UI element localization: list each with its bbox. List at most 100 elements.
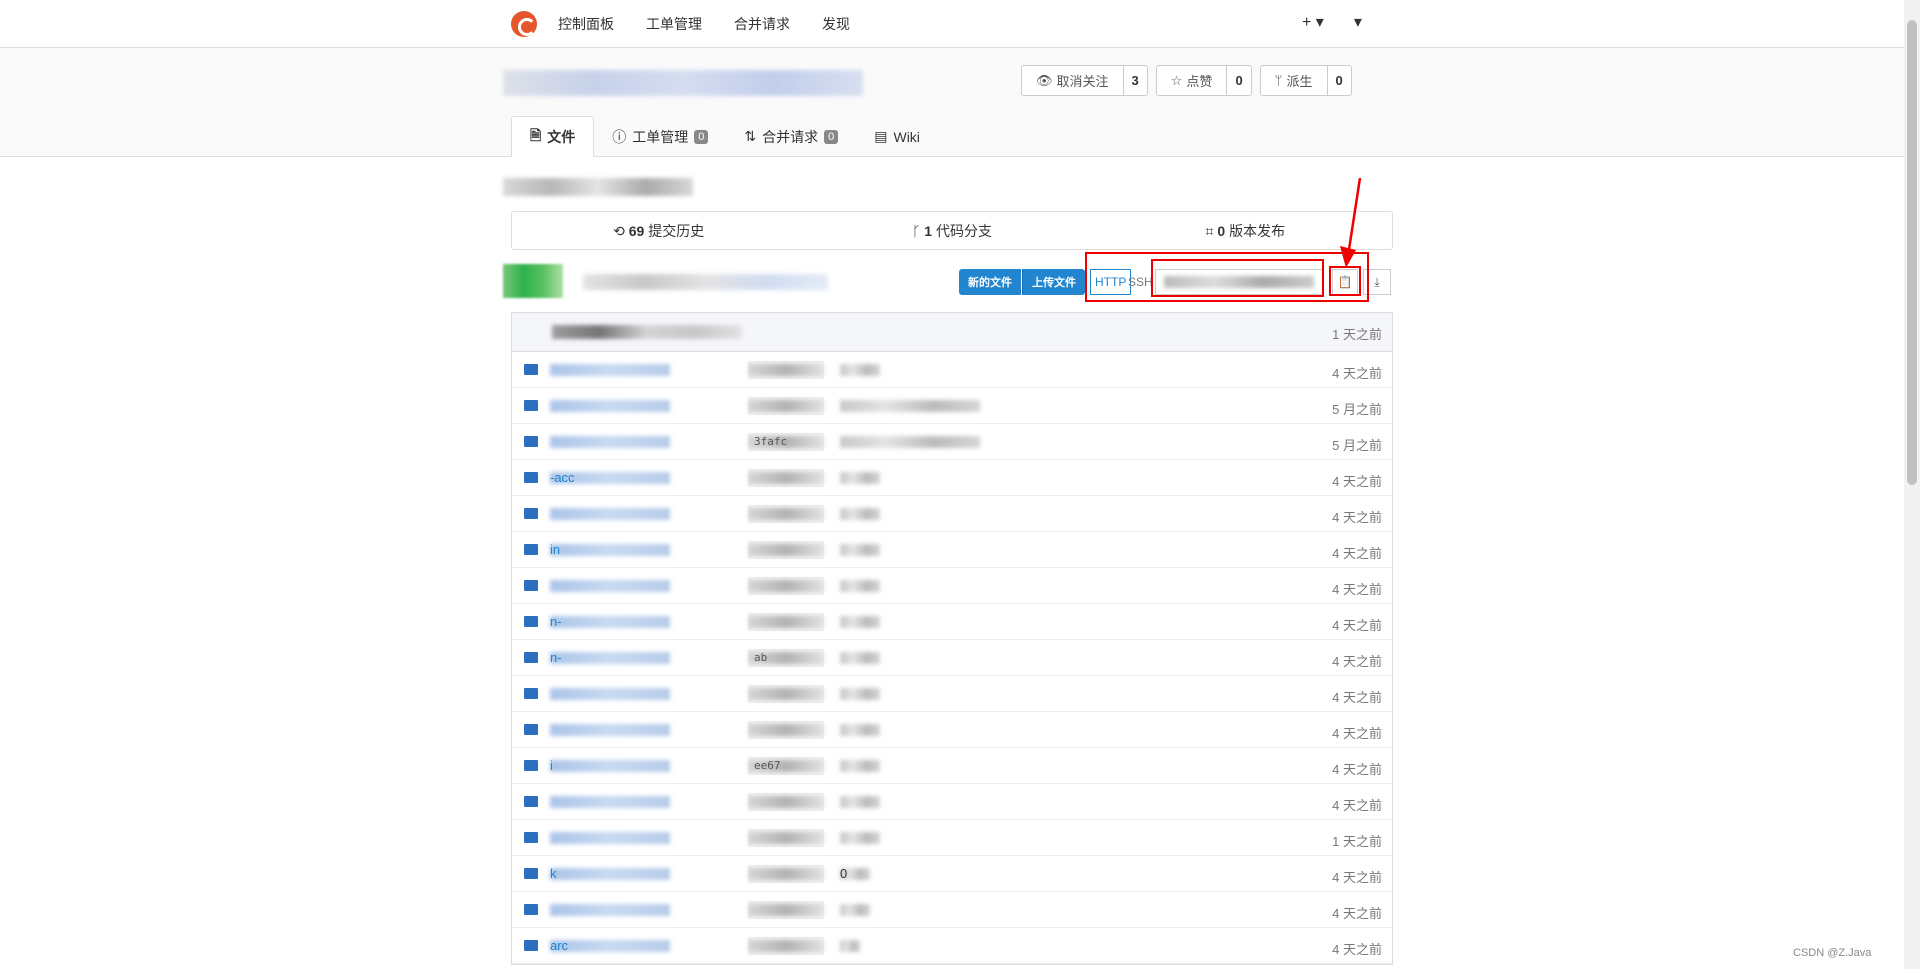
commit-sha-link[interactable] — [748, 901, 824, 919]
commit-sha-link[interactable] — [748, 469, 824, 487]
branches-stat[interactable]: ᚴ 1 代码分支 — [805, 221, 1098, 241]
commit-sha-link[interactable] — [748, 829, 824, 847]
tab-wiki[interactable]: ▤ Wiki — [856, 116, 938, 157]
annotation-copy-box — [1329, 266, 1361, 296]
file-name-link[interactable]: arc — [550, 938, 670, 954]
file-name-link[interactable] — [550, 578, 670, 594]
table-row: n- 4 天之前 — [512, 604, 1392, 640]
table-row: 4 天之前 — [512, 568, 1392, 604]
file-name-link[interactable] — [550, 506, 670, 522]
nav-issues[interactable]: 工单管理 — [646, 14, 702, 34]
commit-message[interactable] — [840, 362, 880, 378]
user-menu-dropdown[interactable]: ▾ — [1354, 12, 1362, 32]
commit-message[interactable] — [840, 938, 860, 954]
star-count[interactable]: 0 — [1227, 66, 1250, 95]
commit-sha-link[interactable] — [748, 793, 824, 811]
new-file-button[interactable]: 新的文件 — [959, 269, 1021, 295]
commit-message[interactable] — [840, 542, 880, 558]
commit-message[interactable] — [840, 902, 870, 918]
fork-count[interactable]: 0 — [1328, 66, 1351, 95]
upload-file-button[interactable]: 上传文件 — [1022, 269, 1085, 295]
commit-message[interactable] — [840, 398, 980, 414]
file-age: 4 天之前 — [1332, 618, 1382, 633]
tab-pulls-label: 合并请求 — [762, 128, 819, 145]
commit-message[interactable] — [840, 434, 980, 450]
file-age: 4 天之前 — [1332, 654, 1382, 669]
commit-sha-link[interactable] — [748, 397, 824, 415]
commit-sha-link[interactable] — [748, 721, 824, 739]
file-age: 5 月之前 — [1332, 402, 1382, 417]
nav-pulls[interactable]: 合并请求 — [734, 14, 790, 34]
commit-message[interactable] — [840, 794, 880, 810]
commit-message[interactable] — [840, 686, 880, 702]
folder-icon — [524, 508, 538, 519]
commit-message[interactable]: 0 — [840, 866, 870, 882]
table-row: -acc 4 天之前 — [512, 460, 1392, 496]
nav-explore[interactable]: 发现 — [822, 14, 850, 34]
file-name-link[interactable]: -acc — [550, 470, 670, 486]
star-button[interactable]: ☆ 点赞 0 — [1155, 65, 1252, 96]
commit-sha-link[interactable] — [748, 577, 824, 595]
commit-sha-link[interactable]: 3fafc — [748, 433, 824, 451]
commit-sha-link[interactable]: ab — [748, 649, 824, 667]
file-name-link[interactable] — [550, 686, 670, 702]
tab-issues[interactable]: ⓘ 工单管理 0 — [594, 116, 726, 157]
tab-wiki-label: Wiki — [893, 128, 920, 145]
nav-dashboard[interactable]: 控制面板 — [558, 14, 614, 34]
folder-icon — [524, 940, 538, 951]
commit-sha-link[interactable] — [748, 541, 824, 559]
commit-message[interactable] — [840, 614, 880, 630]
commit-message[interactable] — [840, 830, 880, 846]
book-icon: ▤ — [874, 128, 888, 144]
scroll-thumb[interactable] — [1907, 20, 1917, 485]
commit-message[interactable] — [840, 470, 880, 486]
folder-icon — [524, 580, 538, 591]
commit-sha-link[interactable] — [748, 361, 824, 379]
file-name-link[interactable] — [550, 830, 670, 846]
gogs-logo-icon[interactable] — [511, 11, 537, 37]
commit-sha-link[interactable] — [748, 685, 824, 703]
repo-title-redacted[interactable] — [503, 70, 863, 96]
file-age: 4 天之前 — [1332, 582, 1382, 597]
unwatch-button[interactable]: 👁 取消关注 3 — [1021, 65, 1148, 96]
file-name-link[interactable]: i — [550, 758, 670, 774]
create-new-dropdown[interactable]: + ▾ — [1302, 12, 1324, 32]
latest-commit-redacted[interactable] — [552, 325, 742, 339]
file-name-link[interactable] — [550, 398, 670, 414]
fork-button[interactable]: ᛘ 派生 0 — [1259, 65, 1352, 96]
commit-sha-link[interactable] — [748, 937, 824, 955]
tab-files[interactable]: 🗎 文件 — [511, 116, 595, 157]
file-icon: 🗎 — [530, 126, 542, 143]
commit-message[interactable] — [840, 506, 880, 522]
commit-message[interactable] — [840, 650, 880, 666]
download-icon: ⤓ — [1374, 274, 1380, 289]
releases-label: 版本发布 — [1229, 222, 1286, 239]
commit-message[interactable] — [840, 578, 880, 594]
commit-sha-link[interactable] — [748, 613, 824, 631]
commits-stat[interactable]: ⟲ 69 提交历史 — [512, 221, 805, 241]
commit-sha-link[interactable] — [748, 505, 824, 523]
watch-count[interactable]: 3 — [1124, 66, 1147, 95]
top-navbar: 控制面板 工单管理 合并请求 发现 + ▾ ▾ — [0, 0, 1920, 48]
table-row: 3fafc 5 月之前 — [512, 424, 1392, 460]
page-scrollbar[interactable] — [1904, 0, 1920, 969]
file-name-link[interactable] — [550, 362, 670, 378]
repo-header: 👁 取消关注 3 ☆ 点赞 0 ᛘ 派生 0 🗎 文件 ⓘ 工单管理 0 ⇅ 合并请求 0 … — [0, 48, 1920, 157]
file-name-link[interactable] — [550, 434, 670, 450]
file-name-link[interactable] — [550, 722, 670, 738]
file-name-link[interactable]: n- — [550, 650, 670, 666]
releases-count: 0 — [1217, 222, 1226, 239]
file-name-link[interactable] — [550, 902, 670, 918]
folder-icon — [524, 616, 538, 627]
file-name-link[interactable] — [550, 794, 670, 810]
branches-label: 代码分支 — [936, 222, 993, 239]
file-name-link[interactable]: n- — [550, 614, 670, 630]
file-name-link[interactable]: k — [550, 866, 670, 882]
commit-sha-link[interactable] — [748, 865, 824, 883]
tab-pulls[interactable]: ⇅ 合并请求 0 — [726, 116, 856, 157]
file-name-link[interactable]: in — [550, 542, 670, 558]
branch-selector-redacted[interactable] — [503, 264, 563, 298]
commit-message[interactable] — [840, 758, 880, 774]
commit-message[interactable] — [840, 722, 880, 738]
commit-sha-link[interactable]: ee67 — [748, 757, 824, 775]
